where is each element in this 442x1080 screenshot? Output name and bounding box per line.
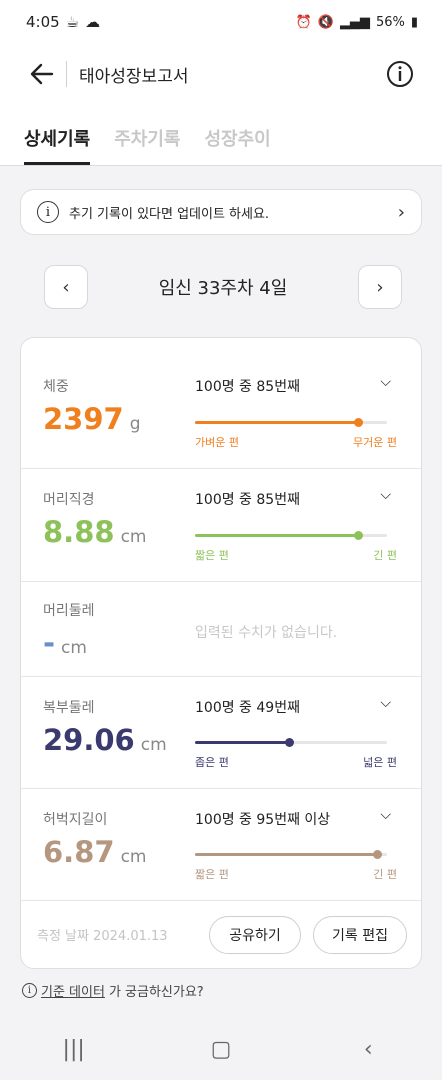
high-label: 넓은 편 [363, 756, 397, 769]
system-nav-bar: ||| ▢ ‹ [0, 1018, 442, 1080]
info-icon: i [22, 983, 37, 998]
next-week-button[interactable]: › [357, 265, 402, 309]
rank-text: 100명 중 85번째 [195, 379, 300, 395]
battery-level: 56% [375, 14, 405, 30]
value-unit: cm [61, 638, 87, 658]
share-button[interactable]: 공유하기 [209, 916, 301, 954]
info-button[interactable] [372, 46, 428, 102]
info-circle-icon: i [37, 201, 59, 223]
low-label: 좁은 편 [195, 756, 229, 769]
bar-marker [353, 418, 363, 427]
mute-icon: 🔇 [317, 14, 334, 30]
metric-name: 허벅지길이 [43, 812, 108, 828]
chevron-right-icon: › [376, 276, 384, 298]
bar-marker [372, 850, 382, 859]
chevron-down-icon[interactable]: ⌵ [380, 695, 391, 711]
bar-marker [284, 738, 294, 747]
metric-name: 머리직경 [43, 492, 95, 508]
low-label: 짧은 편 [195, 549, 229, 562]
metric-value: 2397 g [43, 402, 141, 436]
high-label: 무거운 편 [353, 436, 397, 449]
helper-rest: 가 궁금하신가요? [108, 985, 204, 1000]
low-label: 가벼운 편 [195, 436, 239, 449]
rank-text: 100명 중 85번째 [195, 492, 300, 508]
cloud-icon: ☁ [85, 13, 101, 31]
chevron-left-icon: ‹ [62, 276, 70, 298]
high-label: 긴 편 [373, 868, 397, 881]
value-number: 29.06 [43, 723, 135, 757]
high-label: 긴 편 [373, 549, 397, 562]
chevron-right-icon: › [397, 201, 405, 223]
value-unit: cm [120, 847, 147, 867]
arrow-left-icon [30, 63, 54, 85]
cup-icon: ☕ [65, 13, 80, 31]
metrics-card: 체중 2397 g 100명 중 85번째 ⌵ 가벼운 편 무거운 편 머리직경… [20, 337, 422, 969]
metric-value: - cm [43, 626, 87, 660]
info-icon [387, 61, 413, 87]
reference-data-link[interactable]: 기준 데이터 [41, 981, 105, 1000]
percentile-bar [195, 850, 387, 859]
metric-row-head-circumference[interactable]: 머리둘레 - cm 입력된 수치가 없습니다. [21, 582, 421, 677]
empty-value-text: 입력된 수치가 없습니다. [195, 625, 338, 641]
metric-row-head-diameter[interactable]: 머리직경 8.88 cm 100명 중 85번째 ⌵ 짧은 편 긴 편 [21, 469, 421, 582]
back-button[interactable] [12, 44, 72, 104]
edit-record-button[interactable]: 기록 편집 [313, 916, 407, 954]
metric-name: 머리둘레 [43, 603, 95, 619]
value-number: - [43, 626, 56, 660]
bar-fill [195, 741, 290, 744]
title-divider [66, 61, 67, 87]
metric-row-thigh[interactable]: 허벅지길이 6.87 cm 100명 중 95번째 이상 ⌵ 짧은 편 긴 편 [21, 789, 421, 901]
chevron-down-icon[interactable]: ⌵ [380, 487, 391, 503]
card-footer: 측정 날짜 2024.01.13 공유하기 기록 편집 [21, 901, 421, 968]
app-bar: 태아성장보고서 [0, 44, 442, 104]
alarm-icon: ⏰ [295, 14, 312, 30]
metric-name: 복부둘레 [43, 700, 95, 716]
back-nav-icon[interactable]: ‹ [338, 1037, 398, 1062]
tab-weekly[interactable]: 주차기록 [114, 125, 180, 165]
tab-bar: 상세기록 주차기록 성장추이 [0, 104, 442, 166]
signal-icon: ▂▄▆ [339, 14, 370, 30]
status-time: 4:05 [26, 13, 60, 31]
value-number: 6.87 [43, 835, 115, 869]
home-icon[interactable]: ▢ [191, 1037, 251, 1062]
page-title: 태아성장보고서 [79, 66, 189, 87]
prev-week-button[interactable]: ‹ [44, 265, 88, 309]
tab-detail[interactable]: 상세기록 [24, 125, 91, 165]
percentile-bar [195, 738, 387, 747]
chevron-down-icon[interactable]: ⌵ [380, 374, 391, 390]
bar-marker [353, 531, 363, 540]
bar-fill [195, 853, 378, 856]
value-number: 8.88 [43, 515, 115, 549]
chevron-down-icon[interactable]: ⌵ [380, 807, 391, 823]
percentile-bar [195, 531, 387, 540]
value-number: 2397 [43, 402, 124, 436]
notice-text: 추기 기록이 있다면 업데이트 하세요. [69, 206, 270, 222]
metric-row-weight[interactable]: 체중 2397 g 100명 중 85번째 ⌵ 가벼운 편 무거운 편 [21, 338, 421, 469]
week-label: 임신 33주차 4일 [158, 278, 288, 299]
metric-name: 체중 [43, 379, 69, 395]
percentile-bar [195, 418, 387, 427]
low-label: 짧은 편 [195, 868, 229, 881]
bar-fill [195, 421, 359, 424]
metric-value: 8.88 cm [43, 515, 146, 549]
metric-row-abdomen[interactable]: 복부둘레 29.06 cm 100명 중 49번째 ⌵ 좁은 편 넓은 편 [21, 677, 421, 789]
update-notice[interactable]: i 추기 기록이 있다면 업데이트 하세요. › [20, 189, 422, 235]
battery-icon: ▮ [410, 14, 418, 30]
week-navigator: ‹ 임신 33주차 4일 › [44, 265, 402, 309]
helper-text: i 기준 데이터 가 궁금하신가요? [22, 981, 204, 1000]
tab-trend[interactable]: 성장추이 [205, 125, 271, 165]
value-unit: cm [120, 527, 147, 547]
metric-value: 29.06 cm [43, 723, 167, 757]
rank-text: 100명 중 95번째 이상 [195, 812, 331, 828]
bar-fill [195, 534, 359, 537]
rank-text: 100명 중 49번째 [195, 700, 300, 716]
recents-icon[interactable]: ||| [44, 1037, 104, 1062]
metric-value: 6.87 cm [43, 835, 146, 869]
value-unit: g [129, 414, 141, 434]
measure-date: 측정 날짜 2024.01.13 [37, 929, 168, 944]
status-bar: 4:05 ☕ ☁ ⏰ 🔇 ▂▄▆ 56% ▮ [0, 0, 442, 44]
value-unit: cm [140, 735, 167, 755]
